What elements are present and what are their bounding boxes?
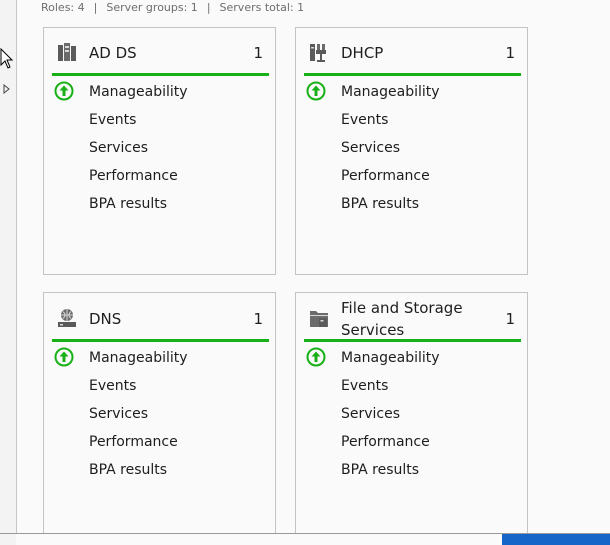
tile-link-manageability[interactable]: Manageability [89, 83, 188, 101]
tile-link-manageability[interactable]: Manageability [341, 349, 440, 367]
tile-link-events[interactable]: Events [89, 377, 136, 395]
tile-count: 1 [505, 44, 515, 62]
tile-link-manageability[interactable]: Manageability [341, 83, 440, 101]
tile-link-performance[interactable]: Performance [341, 167, 430, 185]
tile-title[interactable]: DHCP [341, 42, 383, 64]
role-tile-ad-ds[interactable]: AD DS 1 Manageability Events Services Pe… [43, 27, 276, 275]
tile-link-bpa-results[interactable]: BPA results [89, 195, 167, 213]
tile-link-events[interactable]: Events [341, 111, 388, 129]
tile-link-bpa-results[interactable]: BPA results [89, 461, 167, 479]
server-groups-count: Server groups: 1 [106, 1, 198, 14]
tile-title[interactable]: DNS [89, 308, 121, 330]
file-storage-icon [310, 311, 328, 327]
tile-link-performance[interactable]: Performance [89, 433, 178, 451]
tile-link-performance[interactable]: Performance [89, 167, 178, 185]
status-up-icon [54, 81, 74, 101]
status-bar [304, 339, 521, 342]
status-bar [52, 339, 269, 342]
tile-title-line: File and Storage [341, 299, 463, 317]
dhcp-icon [310, 44, 326, 62]
servers-total-count: Servers total: 1 [219, 1, 305, 14]
summary-separator: | [206, 1, 211, 14]
tile-link-performance[interactable]: Performance [341, 433, 430, 451]
tile-link-events[interactable]: Events [341, 377, 388, 395]
tile-link-services[interactable]: Services [89, 139, 148, 157]
tile-link-bpa-results[interactable]: BPA results [341, 195, 419, 213]
mouse-pointer-icon [0, 48, 14, 69]
role-tile-file-and-storage-services[interactable]: File and Storage Services 1 Manageabilit… [295, 292, 528, 533]
tile-title[interactable]: File and Storage Services [341, 297, 463, 341]
tile-link-events[interactable]: Events [89, 111, 136, 129]
tile-title[interactable]: AD DS [89, 42, 137, 64]
status-up-icon [306, 347, 326, 367]
tile-link-bpa-results[interactable]: BPA results [341, 461, 419, 479]
role-tile-dns[interactable]: DNS 1 Manageability Events Services Perf… [43, 292, 276, 533]
tile-count: 1 [505, 310, 515, 328]
tile-title-line: Services [341, 321, 405, 339]
navigation-pane-edge [0, 0, 16, 545]
status-up-icon [54, 347, 74, 367]
tile-link-services[interactable]: Services [341, 405, 400, 423]
expand-arrow-icon[interactable] [3, 84, 11, 94]
summary-separator: | [93, 1, 98, 14]
tile-count: 1 [253, 44, 263, 62]
taskbar-accent [502, 534, 610, 545]
tile-link-services[interactable]: Services [341, 139, 400, 157]
tile-link-manageability[interactable]: Manageability [89, 349, 188, 367]
status-bar [304, 73, 521, 76]
dns-icon [58, 309, 76, 327]
ad-ds-icon [58, 43, 76, 61]
pane-divider[interactable] [16, 0, 17, 533]
roles-summary: Roles: 4 | Server groups: 1 | Servers total:… [41, 1, 304, 14]
tile-count: 1 [253, 310, 263, 328]
status-up-icon [306, 81, 326, 101]
roles-count: Roles: 4 [41, 1, 85, 14]
role-tile-dhcp[interactable]: DHCP 1 Manageability Events Services Per… [295, 27, 528, 275]
tile-link-services[interactable]: Services [89, 405, 148, 423]
status-bar [52, 73, 269, 76]
